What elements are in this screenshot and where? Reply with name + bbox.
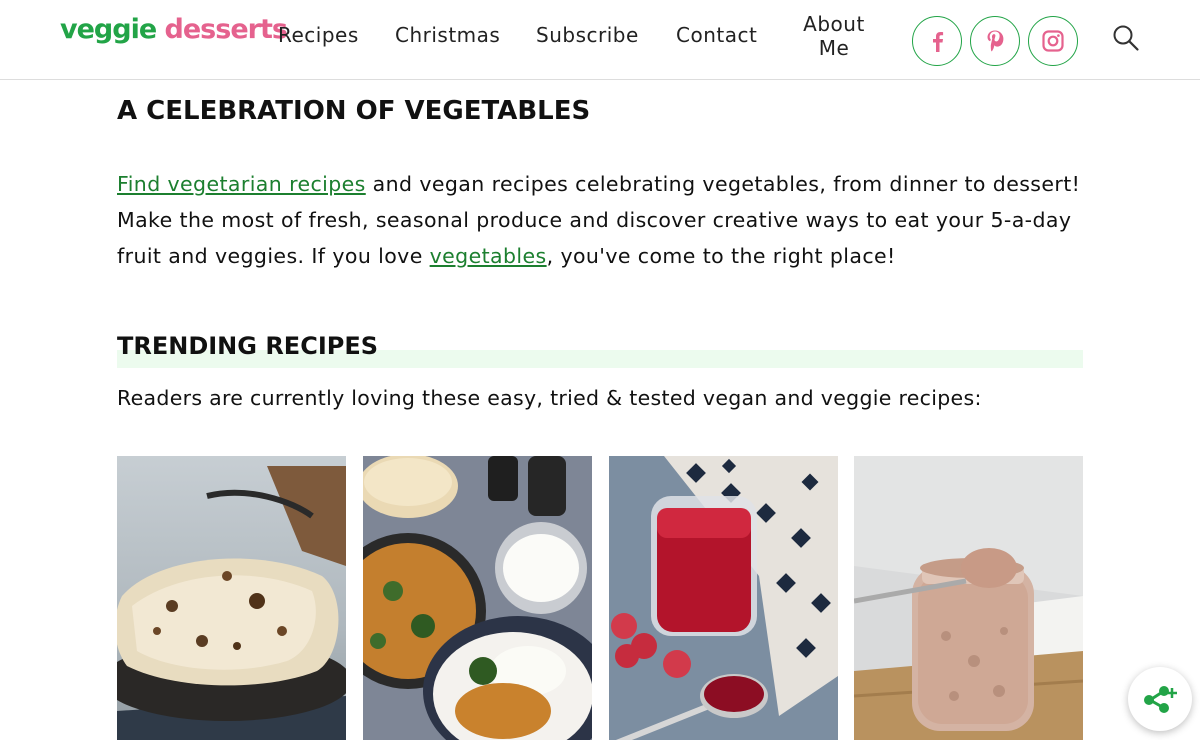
facebook-button[interactable] bbox=[912, 16, 962, 66]
dal-curry-photo bbox=[363, 456, 592, 740]
recipe-card-flatbread[interactable] bbox=[117, 456, 346, 740]
recipe-card-dal-curry[interactable] bbox=[363, 456, 592, 740]
recipe-card-smoothie-jar[interactable] bbox=[854, 456, 1083, 740]
search-button[interactable] bbox=[1112, 24, 1140, 52]
raspberry-jam-photo bbox=[609, 456, 838, 740]
share-button[interactable] bbox=[1128, 667, 1192, 731]
pinterest-button[interactable] bbox=[970, 16, 1020, 66]
intro-paragraph: Find vegetarian recipes and vegan recipe… bbox=[117, 166, 1083, 274]
pinterest-icon bbox=[987, 30, 1004, 52]
nav-subscribe[interactable]: Subscribe bbox=[536, 23, 639, 47]
nav-about-line2: Me bbox=[818, 36, 850, 60]
nav-recipes[interactable]: Recipes bbox=[278, 23, 359, 47]
page-heading: A CELEBRATION OF VEGETABLES bbox=[117, 96, 591, 126]
nav-christmas[interactable]: Christmas bbox=[395, 23, 500, 47]
recipe-card-raspberry-jam[interactable] bbox=[609, 456, 838, 740]
site-logo[interactable]: veggie desserts bbox=[60, 14, 288, 45]
logo-word-veggie: veggie bbox=[60, 14, 157, 45]
facebook-icon bbox=[933, 32, 944, 52]
site-header: veggie desserts Recipes Christmas Subscr… bbox=[0, 0, 1200, 80]
logo-word-desserts: desserts bbox=[164, 14, 288, 45]
share-icon bbox=[1144, 686, 1177, 713]
instagram-button[interactable] bbox=[1028, 16, 1078, 66]
instagram-icon bbox=[1042, 30, 1064, 52]
trending-lead-text: Readers are currently loving these easy,… bbox=[117, 386, 982, 410]
flatbread-photo bbox=[117, 456, 346, 740]
nav-about-me[interactable]: About Me bbox=[795, 12, 873, 60]
nav-about-line1: About bbox=[803, 12, 865, 36]
nav-contact[interactable]: Contact bbox=[676, 23, 757, 47]
find-vegetarian-recipes-link[interactable]: Find vegetarian recipes bbox=[117, 172, 366, 196]
trending-heading: TRENDING RECIPES bbox=[117, 332, 379, 360]
trending-heading-block: TRENDING RECIPES bbox=[117, 328, 1083, 370]
search-icon bbox=[1113, 25, 1139, 51]
intro-text-2: , you've come to the right place! bbox=[546, 244, 896, 268]
smoothie-jar-photo bbox=[854, 456, 1083, 740]
vegetables-link[interactable]: vegetables bbox=[430, 244, 547, 268]
